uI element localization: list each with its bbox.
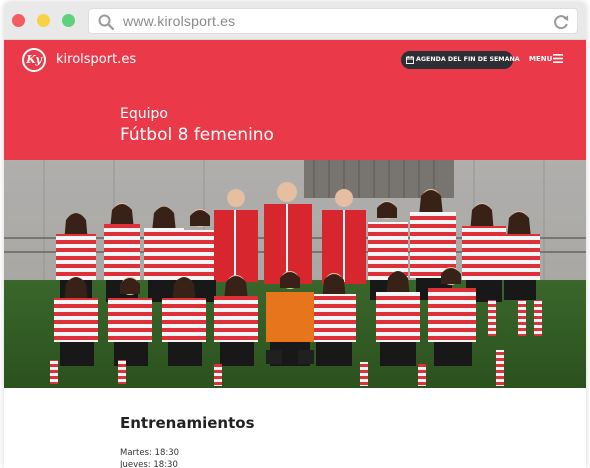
- browser-window: www.kirolsport.es Ky kirolsport.es AGEND…: [4, 2, 586, 468]
- site-navbar: Ky kirolsport.es AGENDA DEL FIN DE SEMAN…: [4, 40, 586, 80]
- hero-banner: Equipo Fútbol 8 femenino: [4, 80, 586, 160]
- training-schedule-line: Martes: 18:30: [120, 448, 180, 458]
- site-brand[interactable]: kirolsport.es: [56, 52, 136, 67]
- address-bar-url[interactable]: www.kirolsport.es: [123, 13, 235, 29]
- calendar-icon: [406, 56, 414, 64]
- training-schedule-line: Jueves: 18:30: [120, 460, 178, 468]
- maximize-window-button[interactable]: [62, 14, 75, 27]
- browser-toolbar: www.kirolsport.es: [4, 2, 586, 40]
- address-bar[interactable]: www.kirolsport.es: [88, 8, 578, 34]
- hero-title: Fútbol 8 femenino: [120, 125, 274, 145]
- hero-subtitle: Equipo: [120, 106, 168, 122]
- trainings-title: Entrenamientos: [120, 414, 255, 432]
- team-photo-image: [4, 160, 586, 388]
- close-window-button[interactable]: [12, 14, 25, 27]
- minimize-window-button[interactable]: [37, 14, 50, 27]
- search-icon: [98, 14, 115, 31]
- agenda-button-label: AGENDA DEL FIN DE SEMANA: [416, 56, 520, 63]
- website: Ky kirolsport.es AGENDA DEL FIN DE SEMAN…: [4, 40, 586, 468]
- trainings-section: Entrenamientos Martes: 18:30 Jueves: 18:…: [4, 388, 586, 468]
- menu-label[interactable]: MENU: [529, 55, 552, 63]
- hamburger-menu-icon[interactable]: [553, 54, 563, 63]
- reload-icon[interactable]: [551, 12, 571, 32]
- team-photo: [4, 160, 586, 388]
- agenda-button[interactable]: AGENDA DEL FIN DE SEMANA: [401, 51, 520, 69]
- site-logo[interactable]: Ky: [22, 48, 46, 72]
